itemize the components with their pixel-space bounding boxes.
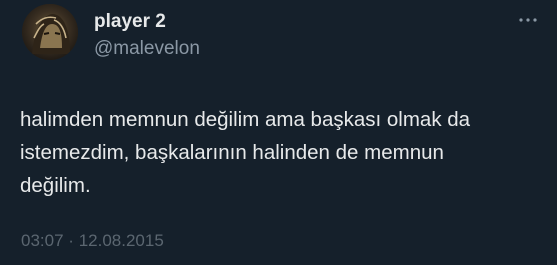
meta-separator: ·	[68, 231, 74, 250]
more-horizontal-icon	[519, 18, 537, 22]
display-name[interactable]: player 2	[94, 11, 166, 33]
more-options-button[interactable]	[515, 10, 541, 30]
tweet-timestamp: 03:07 · 12.08.2015	[21, 231, 164, 251]
user-handle[interactable]: @malevelon	[94, 38, 200, 60]
tweet-date[interactable]: 12.08.2015	[79, 231, 164, 250]
tweet-time[interactable]: 03:07	[21, 231, 64, 250]
tweet-text: halimden memnun değilim ama başkası olma…	[20, 108, 471, 197]
avatar[interactable]	[22, 4, 78, 60]
tweet-card: player 2 @malevelon halimden memnun deği…	[0, 0, 557, 265]
avatar-image	[22, 4, 78, 60]
